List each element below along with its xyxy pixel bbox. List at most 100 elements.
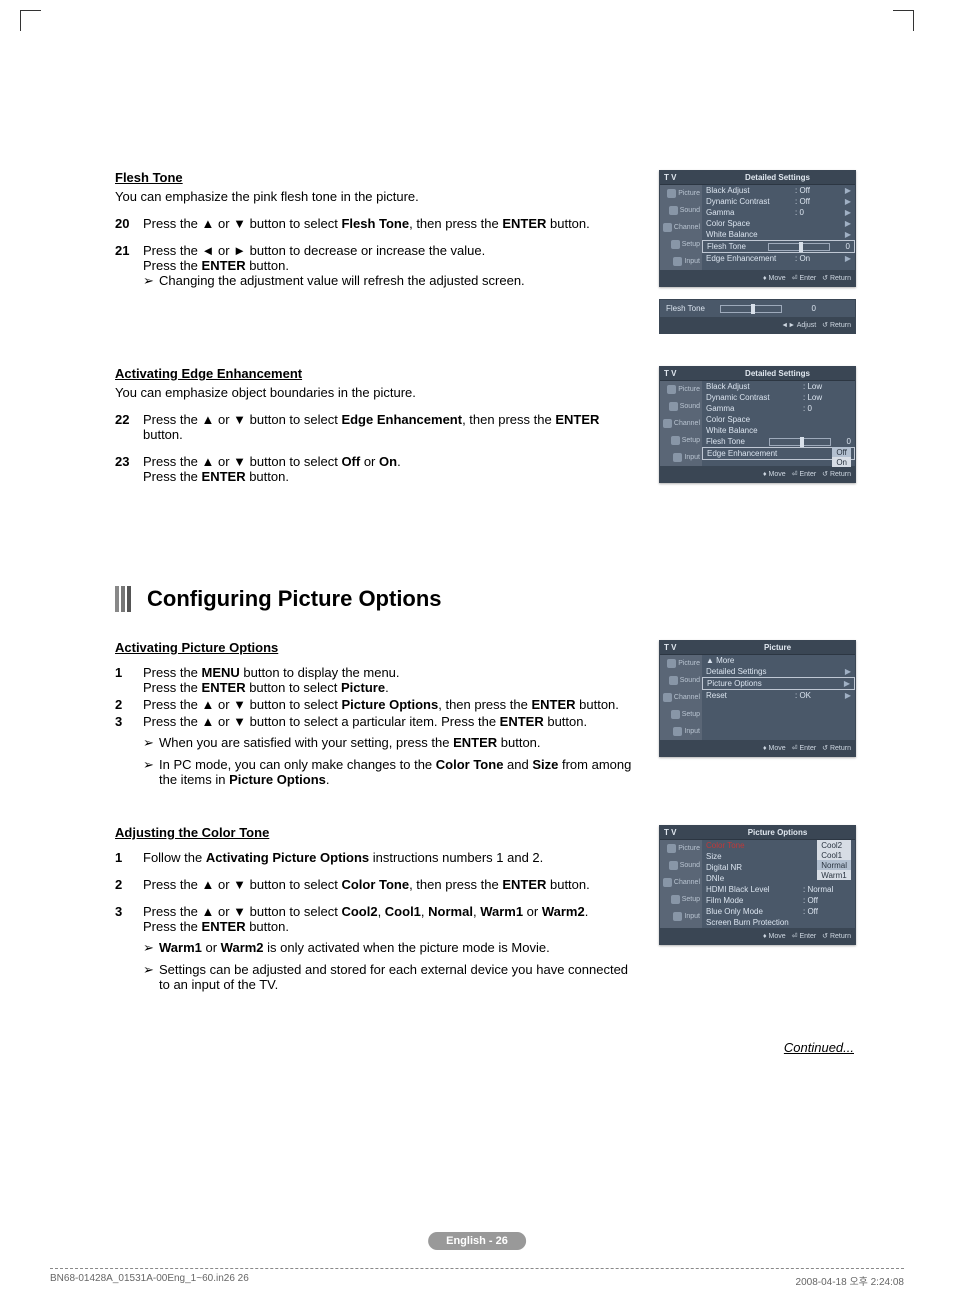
step-number: 1 xyxy=(115,665,143,695)
osd-menu-item[interactable]: Gamma: 0 xyxy=(702,403,855,414)
osd-menu-item[interactable]: Flesh Tone0 xyxy=(702,436,855,447)
osd-popup-option[interactable]: Cool2 xyxy=(817,840,851,850)
note-arrow-icon: ➢ xyxy=(143,962,159,992)
osd-item-label: Flesh Tone xyxy=(706,437,765,446)
osd-tv-label: T V xyxy=(664,369,704,378)
osd-sidebar-item[interactable]: Sound xyxy=(660,398,702,415)
osd-menu-item[interactable]: Dynamic Contrast: Low xyxy=(702,392,855,403)
osd-sidebar-item[interactable]: Picture xyxy=(660,381,702,398)
osd-item-label: Color Space xyxy=(706,219,795,228)
osd-menu-item[interactable]: Flesh Tone0 xyxy=(702,240,855,253)
slider-thumb[interactable] xyxy=(800,437,804,447)
osd-menu-item[interactable]: Film Mode: Off xyxy=(702,895,855,906)
step-number: 2 xyxy=(115,877,143,892)
osd-sidebar-item[interactable]: Input xyxy=(660,449,702,466)
osd-item-value: : Off xyxy=(795,197,843,206)
step-number: 1 xyxy=(115,850,143,865)
osd-menu-item[interactable]: Black Adjust: Low xyxy=(702,381,855,392)
osd-sidebar-item[interactable]: Setup xyxy=(660,432,702,449)
step-note: ➢ Changing the adjustment value will ref… xyxy=(143,273,639,289)
osd-menu-item[interactable]: White Balance▶ xyxy=(702,229,855,240)
osd-item-label: Color Space xyxy=(706,415,803,424)
osd-item-label: ▲ More xyxy=(706,656,803,665)
osd-sidebar-item[interactable]: Channel xyxy=(660,689,702,706)
osd-popup-option[interactable]: On xyxy=(832,457,851,467)
osd-tv-label: T V xyxy=(664,173,704,182)
osd-popup-option[interactable]: Warm1 xyxy=(817,870,851,880)
section-color-tone: Adjusting the Color Tone 1 Follow the Ac… xyxy=(115,825,854,1010)
osd-title: Detailed Settings xyxy=(704,173,851,182)
slider-track[interactable] xyxy=(769,438,831,446)
osd-sidebar-item[interactable]: Sound xyxy=(660,672,702,689)
chevron-right-icon: ▶ xyxy=(843,230,851,239)
osd-detailed-settings-flesh: T V Detailed Settings PictureSoundChanne… xyxy=(659,170,856,287)
section-flesh-tone: Flesh Tone You can emphasize the pink fl… xyxy=(115,170,854,346)
osd-menu-item[interactable]: Gamma: 0▶ xyxy=(702,207,855,218)
osd-sidebar-item[interactable]: Channel xyxy=(660,874,702,891)
osd-sidebar: PictureSoundChannelSetupInput xyxy=(660,840,702,928)
osd-menu-item[interactable]: Reset: OK▶ xyxy=(702,690,855,701)
osd-popup-option[interactable]: Normal xyxy=(817,860,851,870)
osd-menu-item[interactable]: Dynamic Contrast: Off▶ xyxy=(702,196,855,207)
osd-item-value: : 0 xyxy=(803,404,851,413)
osd-item-label: Reset xyxy=(706,691,795,700)
osd-menu-item[interactable]: ▲ More xyxy=(702,655,855,666)
step-number: 2 xyxy=(115,697,143,712)
chevron-right-icon: ▶ xyxy=(843,208,851,217)
osd-item-label: White Balance xyxy=(706,426,803,435)
osd-popup[interactable]: OffOn xyxy=(832,447,851,467)
osd-sidebar-item[interactable]: Input xyxy=(660,908,702,925)
step-text: Press the ▲ or ▼ button to select Cool2,… xyxy=(143,904,639,919)
step-2: 2 Press the ▲ or ▼ button to select Colo… xyxy=(115,877,639,892)
intro-text: You can emphasize object boundaries in t… xyxy=(115,385,639,400)
osd-sidebar-item[interactable]: Picture xyxy=(660,840,702,857)
osd-popup-option[interactable]: Cool1 xyxy=(817,850,851,860)
osd-menu-item[interactable]: Color Space xyxy=(702,414,855,425)
slider-track[interactable] xyxy=(768,243,830,251)
osd-content: Black Adjust: LowDynamic Contrast: LowGa… xyxy=(702,381,855,466)
osd-sidebar-item[interactable]: Sound xyxy=(660,857,702,874)
slider-value: 0 xyxy=(834,242,850,251)
osd-item-label: DNIe xyxy=(706,874,803,883)
osd-item-value: : On xyxy=(795,254,843,263)
heading-configuring-picture-options: Configuring Picture Options xyxy=(115,586,854,612)
osd-sidebar-item[interactable]: Sound xyxy=(660,202,702,219)
osd-menu-item[interactable]: Blue Only Mode: Off xyxy=(702,906,855,917)
osd-sidebar-item[interactable]: Setup xyxy=(660,891,702,908)
slider-thumb[interactable] xyxy=(799,242,803,252)
note-arrow-icon: ➢ xyxy=(143,273,159,289)
footer-move: ♦ Move xyxy=(763,275,786,282)
subtitle-edge: Activating Edge Enhancement xyxy=(115,366,639,381)
osd-sidebar-item[interactable]: Channel xyxy=(660,219,702,236)
osd-menu-item[interactable]: Color Space▶ xyxy=(702,218,855,229)
osd-sidebar-item[interactable]: Setup xyxy=(660,236,702,253)
osd-menu-item[interactable]: Picture Options▶ xyxy=(702,677,855,690)
osd-tv-label: T V xyxy=(664,828,704,837)
step-23: 23 Press the ▲ or ▼ button to select Off… xyxy=(115,454,639,484)
slider-label: Flesh Tone xyxy=(666,304,716,313)
osd-menu-item[interactable]: White Balance xyxy=(702,425,855,436)
osd-menu-item[interactable]: Detailed Settings▶ xyxy=(702,666,855,677)
osd-sidebar-item[interactable]: Picture xyxy=(660,655,702,672)
osd-sidebar-item[interactable]: Input xyxy=(660,723,702,740)
osd-menu-item[interactable]: Black Adjust: Off▶ xyxy=(702,185,855,196)
osd-item-label: Edge Enhancement xyxy=(706,254,795,263)
osd-sidebar: PictureSoundChannelSetupInput xyxy=(660,381,702,466)
osd-sidebar-item[interactable]: Picture xyxy=(660,185,702,202)
osd-menu-item[interactable]: HDMI Black Level: Normal xyxy=(702,884,855,895)
slider-thumb[interactable] xyxy=(751,304,755,314)
osd-sidebar-item[interactable]: Input xyxy=(660,253,702,270)
footer-return: ↺ Return xyxy=(822,274,851,282)
step-text: Press the ENTER button. xyxy=(143,469,639,484)
osd-menu-item[interactable]: Screen Burn Protection xyxy=(702,917,855,928)
note-text: When you are satisfied with your setting… xyxy=(159,735,541,751)
subtitle-activating: Activating Picture Options xyxy=(115,640,639,655)
slider-track[interactable] xyxy=(720,305,782,313)
osd-menu-item[interactable]: Edge Enhancement: On▶ xyxy=(702,253,855,264)
osd-popup-option[interactable]: Off xyxy=(832,447,851,457)
osd-sidebar: PictureSoundChannelSetupInput xyxy=(660,655,702,740)
osd-popup[interactable]: Cool2Cool1NormalWarm1 xyxy=(817,840,851,880)
osd-sidebar-item[interactable]: Setup xyxy=(660,706,702,723)
step-text: Press the ◄ or ► button to decrease or i… xyxy=(143,243,639,258)
osd-sidebar-item[interactable]: Channel xyxy=(660,415,702,432)
